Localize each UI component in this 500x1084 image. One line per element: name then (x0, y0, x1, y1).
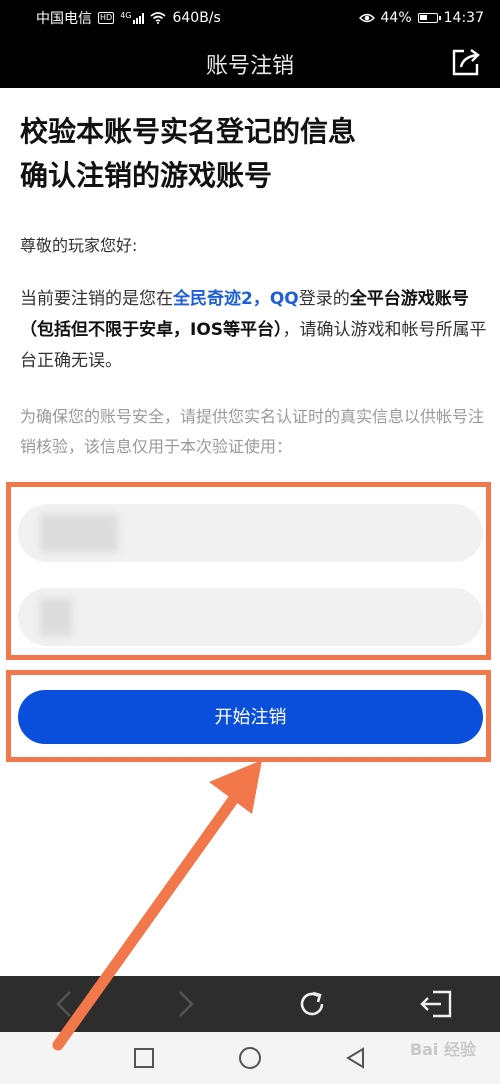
chevron-right-icon (179, 991, 194, 1017)
desc-mid: 登录的 (298, 289, 350, 309)
desc-game-name: 全民奇迹2，QQ (173, 289, 299, 309)
account-description: 当前要注销的是您在全民奇迹2，QQ登录的全平台游戏账号（包括但不限于安卓，IOS… (20, 284, 490, 377)
carrier-label: 中国电信 (36, 11, 92, 27)
chevron-left-icon (56, 991, 71, 1017)
share-button[interactable] (450, 46, 482, 78)
forward-button[interactable] (166, 984, 206, 1024)
id-number-field[interactable] (18, 588, 483, 646)
square-icon (134, 1048, 154, 1068)
greeting-text: 尊敬的玩家您好: (20, 236, 138, 255)
start-cancellation-button[interactable]: 开始注销 (18, 690, 483, 744)
wifi-icon (150, 12, 167, 24)
recent-apps-button[interactable] (130, 1044, 158, 1072)
status-bar: 中国电信 HD 4G 640B/s 44% 14:37 (0, 0, 500, 36)
home-button[interactable] (236, 1044, 264, 1072)
desc-prefix: 当前要注销的是您在 (20, 289, 173, 309)
redacted-value (40, 514, 118, 552)
network-speed: 640B/s (172, 10, 221, 26)
redacted-value (40, 598, 72, 636)
clock: 14:37 (443, 10, 484, 26)
hd-icon: HD (98, 12, 115, 24)
eye-icon (358, 13, 375, 23)
cell-signal-icon: 4G (120, 11, 145, 24)
verification-hint: 为确保您的账号安全，请提供您实名认证时的真实信息以供帐号注销核验，该信息仅用于本… (20, 407, 485, 456)
headline: 校验本账号实名登记的信息 确认注销的游戏账号 (20, 110, 356, 198)
exit-button[interactable] (416, 984, 456, 1024)
title-bar: 账号注销 (0, 36, 500, 88)
battery-icon (417, 13, 441, 23)
battery-percent: 44% (380, 10, 412, 26)
headline-line-2: 确认注销的游戏账号 (20, 159, 273, 192)
exit-icon (420, 990, 452, 1018)
baidu-watermark: Bai 经验 (409, 1040, 476, 1059)
real-name-field[interactable] (18, 504, 483, 562)
browser-toolbar (0, 976, 500, 1032)
system-back-button[interactable] (342, 1044, 370, 1072)
refresh-icon (300, 991, 324, 1016)
share-icon (452, 49, 480, 76)
circle-icon (239, 1047, 261, 1069)
network-type-label: 4G (120, 11, 132, 20)
back-button[interactable] (44, 984, 84, 1024)
triangle-back-icon (346, 1047, 364, 1069)
headline-line-1: 校验本账号实名登记的信息 (20, 115, 357, 148)
page-title: 账号注销 (205, 54, 294, 79)
refresh-button[interactable] (292, 984, 332, 1024)
